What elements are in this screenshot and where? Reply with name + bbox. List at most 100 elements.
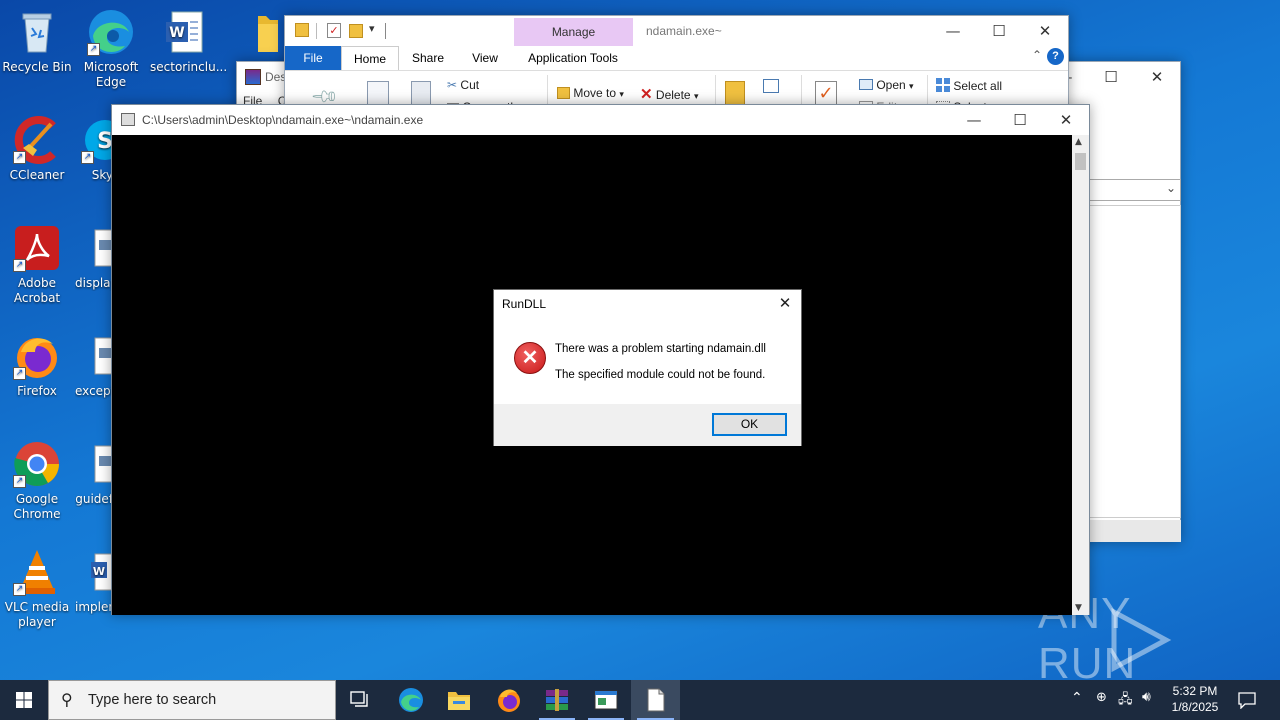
notification-center-button[interactable] — [1226, 680, 1268, 720]
delete-x-icon: ✕ — [640, 86, 653, 103]
tab-share[interactable]: Share — [403, 46, 453, 70]
scroll-down-icon[interactable]: ▼ — [1075, 603, 1082, 613]
minimize-button[interactable]: — — [930, 16, 976, 46]
skype-icon: S ↗ — [81, 116, 113, 164]
tab-application-tools[interactable]: Application Tools — [515, 46, 631, 70]
explorer-window[interactable]: ✓ ▾ Manage ndamain.exe~ — ☐ ✕ File Home … — [284, 15, 1069, 116]
tab-file-label: File — [303, 51, 323, 65]
minimize-button[interactable]: — — [951, 105, 997, 135]
desktop-icon-ccleaner[interactable]: ↗ CCleaner — [1, 110, 73, 183]
desktop-icon-edge[interactable]: ↗ Microsoft Edge — [75, 2, 147, 90]
start-button[interactable] — [0, 680, 48, 720]
cut-button[interactable]: ✂ Cut — [447, 78, 479, 92]
taskbar-search-box[interactable]: ⚲ Type here to search — [48, 680, 336, 720]
clock[interactable]: 5:32 PM 1/8/2025 — [1164, 683, 1226, 715]
dialog-close-button[interactable]: ✕ — [769, 290, 801, 318]
dialog-title: RunDLL — [502, 297, 547, 311]
explorer-title: ndamain.exe~ — [646, 24, 722, 38]
image-file-icon — [93, 332, 113, 380]
taskbar-edge[interactable] — [387, 680, 435, 720]
rundll-dialog[interactable]: RunDLL ✕ ✕ There was a problem starting … — [493, 289, 802, 446]
taskbar: ⚲ Type here to search ⌃ ⊕ 🖧︎ 🔊︎ 5:32 PM … — [0, 680, 1280, 720]
network-warning-icon[interactable]: ⊕ — [1096, 690, 1107, 705]
desktop-icon-except[interactable]: except — [75, 326, 113, 399]
firefox-icon — [498, 689, 520, 712]
address-dropdown[interactable]: ⌄ — [1089, 179, 1181, 201]
help-icon[interactable]: ? — [1047, 48, 1064, 65]
ribbon-tabs: File Home Share View Application Tools ⌃… — [285, 46, 1068, 71]
shortcut-arrow-icon: ↗ — [13, 259, 26, 272]
properties-icon[interactable]: ✓ — [327, 23, 341, 38]
maximize-button[interactable]: ☐ — [997, 105, 1043, 135]
maximize-button[interactable]: ☐ — [976, 16, 1022, 46]
ok-button-label: OK — [740, 417, 759, 431]
collapse-ribbon-icon[interactable]: ⌃ — [1032, 48, 1042, 62]
taskbar-console[interactable] — [631, 680, 680, 720]
pin-icon[interactable]: 📌︎ — [309, 81, 340, 112]
desktop-icon-display[interactable]: display — [75, 218, 113, 291]
taskbar-file-explorer[interactable] — [435, 680, 483, 720]
tab-view-label: View — [472, 51, 498, 65]
network-icon[interactable]: 🖧︎ — [1118, 690, 1133, 712]
scroll-up-icon[interactable]: ▲ — [1075, 137, 1082, 147]
desktop-icon-skype[interactable]: S ↗ Sky — [75, 110, 113, 183]
tab-manage-label: Manage — [551, 25, 596, 39]
application-window-icon — [594, 690, 618, 710]
close-button[interactable]: ✕ — [1043, 105, 1089, 135]
console-title: C:\Users\admin\Desktop\ndamain.exe~\ndam… — [142, 113, 424, 127]
desktop-icon-guidef[interactable]: guidef — [75, 434, 113, 507]
firefox-icon: ↗ — [13, 332, 61, 380]
chevron-down-icon: ▾ — [909, 81, 914, 91]
new-item-icon[interactable] — [763, 79, 779, 93]
task-view-icon — [350, 691, 368, 707]
shortcut-arrow-icon: ↗ — [13, 367, 26, 380]
scroll-thumb[interactable] — [1075, 153, 1086, 170]
console-scrollbar[interactable]: ▲ ▼ — [1072, 135, 1089, 615]
document-icon — [647, 688, 664, 712]
clock-date: 1/8/2025 — [1171, 700, 1219, 714]
desktop-icon-vlc[interactable]: ↗ VLC media player — [1, 542, 73, 630]
shortcut-arrow-icon: ↗ — [87, 43, 100, 56]
tab-manage[interactable]: Manage — [514, 18, 633, 46]
task-view-button[interactable] — [336, 680, 384, 720]
open-button[interactable]: Open ▾ — [859, 78, 914, 92]
file-list-pane[interactable] — [1089, 205, 1181, 518]
desktop-icon-label: guidef — [75, 492, 113, 506]
desktop-icon-sectorinclu[interactable]: W sectorinclu... — [150, 2, 227, 75]
divider — [385, 23, 386, 39]
select-all-button[interactable]: Select all — [936, 78, 1002, 93]
desktop-icon-firefox[interactable]: ↗ Firefox — [1, 326, 73, 399]
folder-icon — [295, 23, 309, 37]
desktop-icon-recycle-bin[interactable]: Recycle Bin — [1, 2, 73, 75]
tab-file[interactable]: File — [285, 46, 341, 70]
image-file-icon — [93, 440, 113, 488]
desktop-icon-label: CCleaner — [9, 168, 65, 182]
desktop-icon-adobe-acrobat[interactable]: ↗ Adobe Acrobat — [1, 218, 73, 306]
close-button[interactable]: ✕ — [1134, 62, 1180, 92]
ok-button[interactable]: OK — [712, 413, 787, 436]
taskbar-firefox[interactable] — [485, 680, 533, 720]
desktop-icon-impler[interactable]: W impler — [75, 542, 113, 615]
taskbar-winrar[interactable] — [533, 680, 581, 720]
folder-icon — [234, 8, 282, 56]
show-hidden-icons-icon[interactable]: ⌃ — [1071, 690, 1083, 706]
close-button[interactable]: ✕ — [1022, 16, 1068, 46]
new-folder-icon[interactable] — [349, 24, 363, 38]
open-label: Open — [876, 78, 906, 92]
tab-view[interactable]: View — [460, 46, 510, 70]
desktop-icon-chrome[interactable]: ↗ Google Chrome — [1, 434, 73, 522]
desktop-icon-label: VLC media player — [4, 600, 70, 629]
shortcut-arrow-icon: ↗ — [13, 151, 26, 164]
chevron-down-icon: ▾ — [693, 91, 699, 101]
image-file-icon — [93, 224, 113, 272]
desktop-icon-label: except — [75, 384, 113, 398]
edge-icon: ↗ — [87, 8, 135, 56]
delete-button[interactable]: ✕ Delete ▾ — [640, 85, 698, 103]
tab-home[interactable]: Home — [341, 46, 399, 71]
customize-toolbar-icon[interactable]: ▾ — [369, 22, 375, 35]
move-to-button[interactable]: Move to ▾ — [557, 86, 624, 100]
volume-icon[interactable]: 🔊︎ — [1142, 689, 1151, 705]
divider — [316, 23, 317, 39]
taskbar-app-window[interactable] — [582, 680, 630, 720]
maximize-button[interactable]: ☐ — [1088, 62, 1134, 92]
